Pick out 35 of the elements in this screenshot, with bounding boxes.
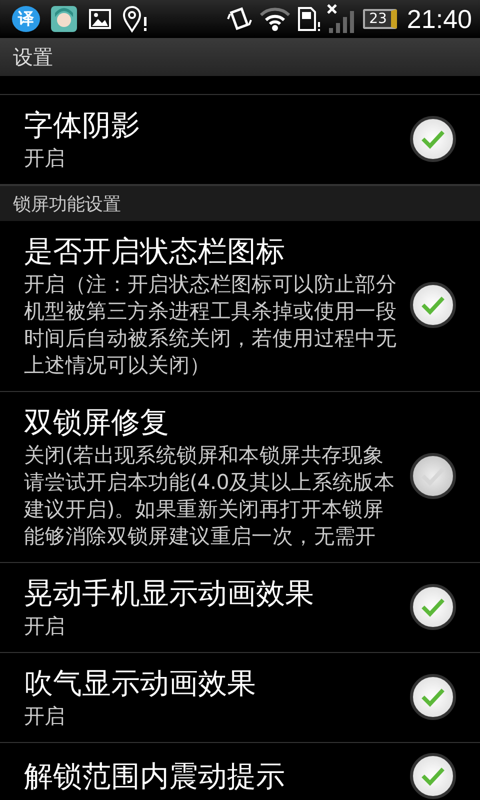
item-title: 晃动手机显示动画效果 xyxy=(24,575,315,612)
checkbox[interactable] xyxy=(410,674,456,720)
app-icon xyxy=(50,5,78,33)
check-icon xyxy=(420,294,446,316)
item-title: 解锁范围内震动提示 xyxy=(24,758,286,795)
wifi-icon xyxy=(259,6,292,32)
translate-app-icon: 译 xyxy=(12,6,40,32)
checkbox[interactable] xyxy=(410,282,456,328)
item-title: 是否开启状态栏图标 xyxy=(24,233,286,270)
checkbox[interactable] xyxy=(410,116,456,162)
settings-item[interactable]: 吹气显示动画效果 开启 xyxy=(0,653,480,743)
vibrate-icon xyxy=(227,6,254,32)
location-alert-icon xyxy=(122,5,148,33)
item-title: 吹气显示动画效果 xyxy=(24,665,257,702)
settings-item[interactable]: 是否开启状态栏图标 开启（注：开启状态栏图标可以防止部分机型被第三方杀进程工具杀掉或使用一段时间后自动被系统关闭，若使用过程中无上述情况可以关闭） xyxy=(0,221,480,392)
item-summary: 开启（注：开启状态栏图标可以防止部分机型被第三方杀进程工具杀掉或使用一段时间后自动被系统关闭，若使用过程中无上述情况可以关闭） xyxy=(24,271,398,379)
item-summary: 开启 xyxy=(24,145,66,172)
checkbox[interactable] xyxy=(410,753,456,799)
item-title: 双锁屏修复 xyxy=(24,404,170,441)
clock-time: 21:40 xyxy=(406,4,472,34)
sim-card-alert-icon xyxy=(297,6,322,32)
item-summary: 开启 xyxy=(24,703,66,730)
battery-indicator: 23 xyxy=(363,9,397,29)
settings-item[interactable]: 晃动手机显示动画效果 开启 xyxy=(0,563,480,653)
checkbox[interactable] xyxy=(410,584,456,630)
check-icon xyxy=(420,765,446,787)
settings-item[interactable]: 解锁范围内震动提示 xyxy=(0,743,480,800)
item-summary: 开启 xyxy=(24,613,66,640)
checkbox[interactable] xyxy=(410,453,456,499)
screen-title: 设置 xyxy=(13,44,53,70)
settings-item[interactable]: 双锁屏修复 关闭(若出现系统锁屏和本锁屏共存现象请尝试开启本功能(4.0及其以上系统版本建议开启)。如果重新关闭再打开本锁屏能够消除双锁屏建议重启一次，无需开 xyxy=(0,392,480,563)
section-title: 锁屏功能设置 xyxy=(13,192,121,216)
item-title: 字体阴影 xyxy=(24,107,141,144)
item-summary: 关闭(若出现系统锁屏和本锁屏共存现象请尝试开启本功能(4.0及其以上系统版本建议开启)。如果重新关闭再打开本锁屏能够消除双锁屏建议重启一次，无需开 xyxy=(24,442,396,550)
image-icon xyxy=(88,7,112,31)
